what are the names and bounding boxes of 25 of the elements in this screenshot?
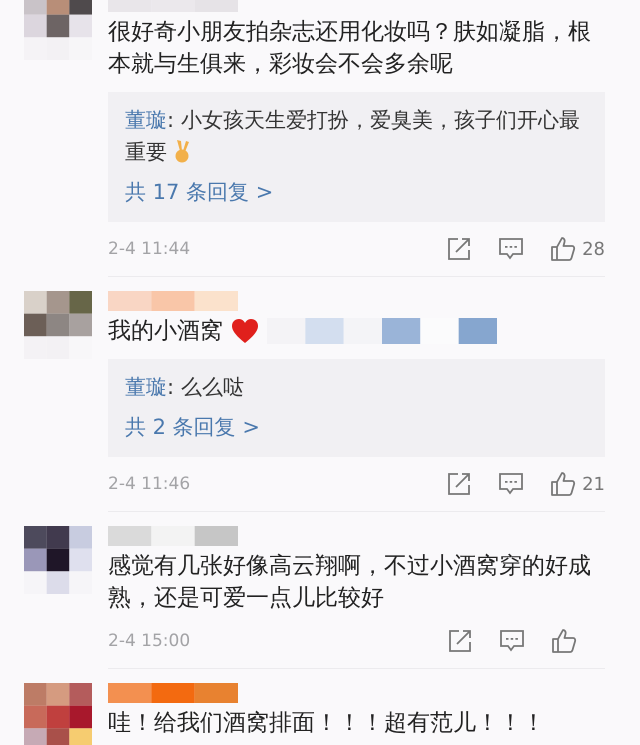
- thumbs-up-icon[interactable]: [550, 236, 576, 262]
- timestamp: 2-4 15:00: [108, 631, 192, 651]
- like-count: 28: [582, 238, 605, 260]
- more-replies-link[interactable]: 共 17 条回复 >: [125, 176, 274, 208]
- heart-icon: [231, 318, 259, 344]
- reply-text: 董璇: 么么哒: [125, 374, 245, 401]
- more-replies-link[interactable]: 共 2 条回复 >: [125, 411, 260, 443]
- comment-icon[interactable]: [498, 471, 524, 497]
- comment-text: 很好奇小朋友拍杂志还用化妆吗？肤如凝脂，根本就与生俱来，彩妆会不会多余呢: [108, 18, 592, 79]
- share-icon[interactable]: [446, 236, 472, 262]
- comment-text: 感觉有几张好像高云翔啊，不过小酒窝穿的好成熟，还是可爱一点儿比较好: [108, 552, 592, 613]
- comment-text: 我的小酒窝: [108, 317, 223, 346]
- share-icon[interactable]: [447, 628, 473, 654]
- comment-icon[interactable]: [499, 628, 525, 654]
- comment-icon[interactable]: [498, 236, 524, 262]
- author-link[interactable]: 董璇: [125, 108, 167, 132]
- author-link[interactable]: 董璇: [125, 375, 167, 399]
- timestamp: 2-4 11:44: [108, 239, 192, 259]
- reply-text: 董璇: 小女孩天生爱打扮，爱臭美，孩子们开心最重要: [125, 107, 581, 166]
- thumbs-up-icon[interactable]: [551, 628, 577, 654]
- share-icon[interactable]: [446, 471, 472, 497]
- like-count: 21: [582, 474, 605, 494]
- thumbs-up-icon[interactable]: [550, 471, 576, 497]
- comment-text: 哇！给我们酒窝排面！！！超有范儿！！！: [108, 709, 546, 738]
- timestamp: 2-4 11:46: [108, 474, 192, 494]
